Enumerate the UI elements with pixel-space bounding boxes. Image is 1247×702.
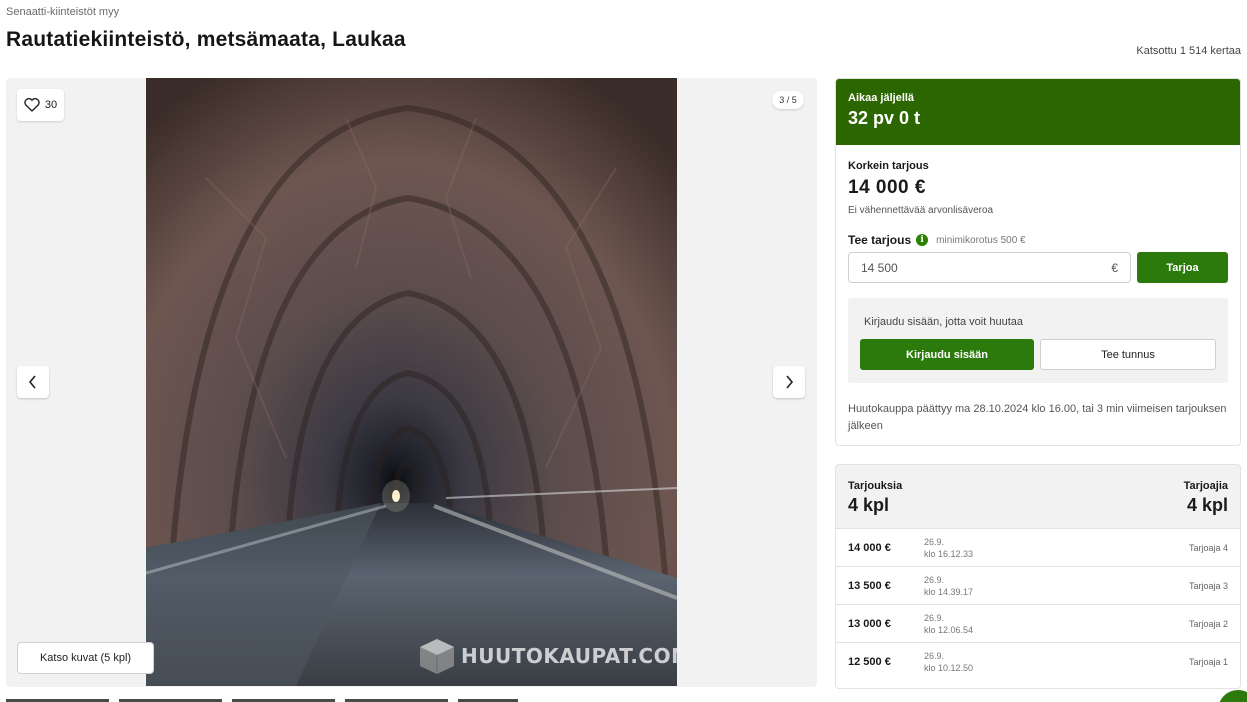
bid-amount: 13 000 € xyxy=(848,618,891,630)
login-button[interactable]: Kirjaudu sisään xyxy=(860,339,1034,370)
bidder-name: Tarjoaja 1 xyxy=(1188,657,1228,667)
bid-datetime: 26.9. klo 10.12.50 xyxy=(924,650,973,674)
chat-button[interactable] xyxy=(1218,690,1247,702)
bid-datetime: 26.9. klo 14.39.17 xyxy=(924,574,973,598)
bid-time: klo 16.12.33 xyxy=(924,549,974,559)
chevron-right-icon xyxy=(786,375,794,389)
cube-logo-icon xyxy=(420,639,454,674)
auction-end-note: Huutokauppa päättyy ma 28.10.2024 klo 16… xyxy=(848,403,1227,432)
bid-time: klo 10.12.50 xyxy=(924,663,974,673)
make-bid-row: Tee tarjous i minimikorotus 500 € xyxy=(848,233,1026,247)
bid-date: 26.9. xyxy=(924,575,945,585)
login-prompt: Kirjaudu sisään, jotta voit huutaa xyxy=(864,316,1023,328)
prev-image-button[interactable] xyxy=(17,366,49,398)
min-raise-note: minimikorotus 500 € xyxy=(936,234,1026,246)
bid-datetime: 26.9. klo 16.12.33 xyxy=(924,536,973,560)
info-icon[interactable]: i xyxy=(916,234,929,246)
bid-amount: 12 500 € xyxy=(848,656,891,668)
chevron-left-icon xyxy=(28,375,36,389)
bid-history-header: Tarjouksia 4 kpl Tarjoajia 4 kpl xyxy=(836,465,1240,529)
image-counter: 3 / 5 xyxy=(772,91,804,109)
login-box: Kirjaudu sisään, jotta voit huutaa Kirja… xyxy=(848,298,1228,383)
vat-note: Ei vähennettävää arvonlisäveroa xyxy=(848,205,994,216)
bid-history: Tarjouksia 4 kpl Tarjoajia 4 kpl 14 000 … xyxy=(835,464,1241,689)
view-count: Katsottu 1 514 kertaa xyxy=(1136,45,1241,57)
bid-count-label: Tarjouksia xyxy=(848,480,903,492)
seller-name: Senaatti-kiinteistöt myy xyxy=(6,6,120,18)
bid-row: 13 500 € 26.9. klo 14.39.17 Tarjoaja 3 xyxy=(836,567,1240,605)
image-gallery: HUUTOKAUPAT.COM 30 3 / 5 Katso kuvat (5 … xyxy=(6,78,817,687)
bid-amount-input[interactable]: 14 500 € xyxy=(848,252,1131,283)
bid-count-value: 4 kpl xyxy=(848,495,890,515)
currency-symbol: € xyxy=(1111,260,1118,275)
make-bid-label: Tee tarjous xyxy=(848,233,912,247)
bid-date: 26.9. xyxy=(924,651,945,661)
highest-bid-label: Korkein tarjous xyxy=(848,160,929,172)
bidder-name: Tarjoaja 2 xyxy=(1188,619,1228,629)
watermark: HUUTOKAUPAT.COM xyxy=(417,636,677,676)
time-left-value: 32 pv 0 t xyxy=(848,108,921,128)
bidder-count-label: Tarjoajia xyxy=(1183,480,1228,492)
submit-bid-button[interactable]: Tarjoa xyxy=(1137,252,1228,283)
register-button[interactable]: Tee tunnus xyxy=(1040,339,1216,370)
bid-date: 26.9. xyxy=(924,537,945,547)
view-images-button[interactable]: Katso kuvat (5 kpl) xyxy=(17,642,154,674)
bidder-name: Tarjoaja 3 xyxy=(1188,581,1228,591)
bid-amount: 14 000 € xyxy=(848,542,891,554)
bid-row: 13 000 € 26.9. klo 12.06.54 Tarjoaja 2 xyxy=(836,605,1240,643)
time-left-header: Aikaa jäljellä 32 pv 0 t xyxy=(836,79,1240,145)
bid-time: klo 14.39.17 xyxy=(924,587,974,597)
favorite-button[interactable]: 30 xyxy=(17,89,64,121)
next-image-button[interactable] xyxy=(773,366,805,398)
heart-icon xyxy=(24,98,40,112)
bidder-count-value: 4 kpl xyxy=(1186,495,1228,515)
main-photo[interactable]: HUUTOKAUPAT.COM xyxy=(146,78,677,686)
auction-panel: Aikaa jäljellä 32 pv 0 t Korkein tarjous… xyxy=(835,78,1241,446)
bid-date: 26.9. xyxy=(924,613,945,623)
highest-bid-value: 14 000 € xyxy=(848,177,926,198)
time-left-label: Aikaa jäljellä xyxy=(848,92,915,104)
bid-amount-value: 14 500 xyxy=(861,260,898,275)
watermark-text: HUUTOKAUPAT.COM xyxy=(461,644,677,668)
bidder-name: Tarjoaja 4 xyxy=(1188,543,1228,553)
page-title: Rautatiekiinteistö, metsämaata, Laukaa xyxy=(6,28,406,51)
favorite-count: 30 xyxy=(44,99,58,111)
bid-row: 12 500 € 26.9. klo 10.12.50 Tarjoaja 1 xyxy=(836,643,1240,681)
bid-row: 14 000 € 26.9. klo 16.12.33 Tarjoaja 4 xyxy=(836,529,1240,567)
bid-time: klo 12.06.54 xyxy=(924,625,974,635)
bid-datetime: 26.9. klo 12.06.54 xyxy=(924,612,973,636)
bid-amount: 13 500 € xyxy=(848,580,891,592)
